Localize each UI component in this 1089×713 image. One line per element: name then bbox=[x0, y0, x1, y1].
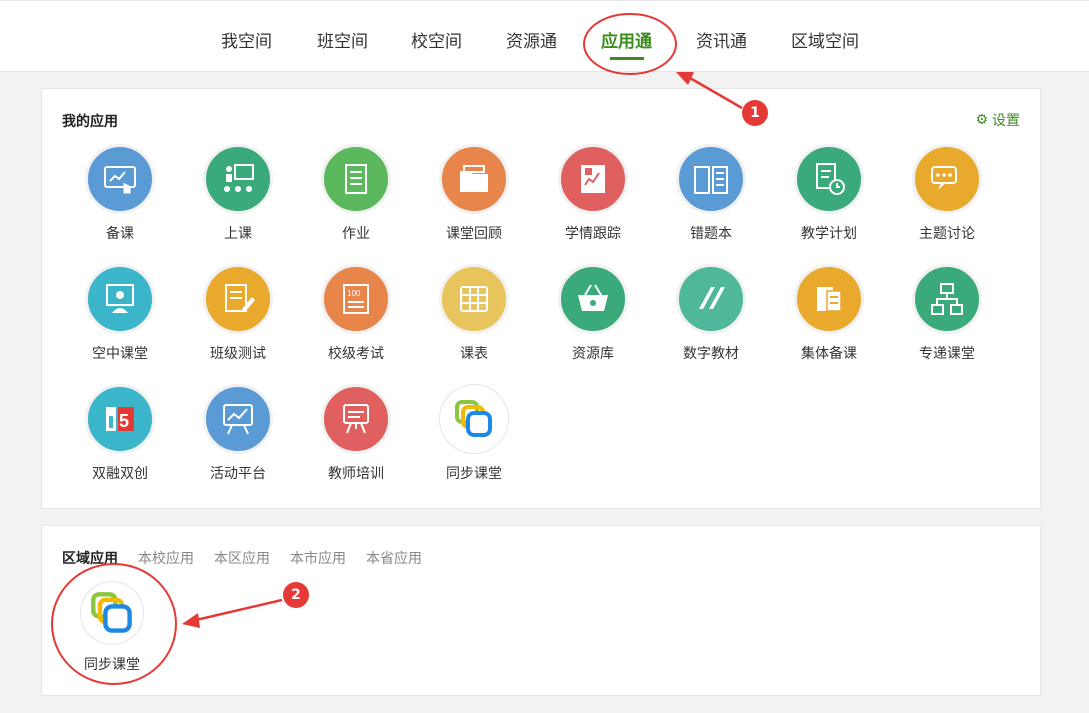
tab-my-space[interactable]: 我空间 bbox=[221, 27, 272, 52]
app-test-paper[interactable]: 班级测试 bbox=[183, 264, 293, 363]
app-label: 集体备课 bbox=[801, 346, 857, 362]
tab-city-apps[interactable]: 本市应用 bbox=[290, 548, 346, 568]
tab-region-apps[interactable]: 区域应用 bbox=[62, 548, 118, 568]
app-label: 专递课堂 bbox=[919, 346, 975, 362]
network-icon bbox=[912, 264, 982, 334]
app-timetable[interactable]: 课表 bbox=[419, 264, 529, 363]
app-label: 教学计划 bbox=[801, 226, 857, 242]
app-label: 上课 bbox=[224, 226, 252, 242]
app-online-class[interactable]: 空中课堂 bbox=[65, 264, 175, 363]
app-teacher-board[interactable]: 上课 bbox=[183, 144, 293, 243]
tab-resources[interactable]: 资源通 bbox=[506, 27, 557, 52]
tab-applications[interactable]: 应用通 bbox=[601, 27, 652, 52]
app-label: 作业 bbox=[342, 226, 370, 242]
my-apps-title: 我的应用 bbox=[62, 114, 118, 130]
app-label: 双融双创 bbox=[92, 466, 148, 482]
app-chart-report[interactable]: 学情跟踪 bbox=[538, 144, 648, 243]
presentation-touch-icon bbox=[85, 144, 155, 214]
app-digital-book[interactable]: 数字教材 bbox=[656, 264, 766, 363]
scroll-icon bbox=[321, 144, 391, 214]
sync-class-icon bbox=[439, 384, 509, 454]
teacher-board-icon bbox=[203, 144, 273, 214]
app-label: 资源库 bbox=[572, 346, 614, 362]
region-app-label: 同步课堂 bbox=[84, 657, 140, 673]
top-navigation: 我空间 班空间 校空间 资源通 应用通 资讯通 区域空间 bbox=[0, 0, 1089, 72]
app-label: 教师培训 bbox=[328, 466, 384, 482]
app-exam-score[interactable]: 100 校级考试 bbox=[301, 264, 411, 363]
folder-icon bbox=[439, 144, 509, 214]
tab-region-space[interactable]: 区域空间 bbox=[791, 27, 859, 52]
settings-label: 设置 bbox=[992, 113, 1020, 129]
document-clock-icon bbox=[794, 144, 864, 214]
app-sync-class[interactable]: 同步课堂 bbox=[419, 384, 529, 483]
app-label: 错题本 bbox=[690, 226, 732, 242]
app-folder[interactable]: 课堂回顾 bbox=[419, 144, 529, 243]
annotation-badge-1: 1 bbox=[742, 100, 768, 126]
tab-news[interactable]: 资讯通 bbox=[696, 27, 747, 52]
app-label: 学情跟踪 bbox=[565, 226, 621, 242]
region-apps-panel: 区域应用 本校应用 本区应用 本市应用 本省应用 同步课堂 bbox=[41, 525, 1041, 696]
region-app-sync-class[interactable]: 同步课堂 bbox=[57, 581, 167, 674]
app-label: 空中课堂 bbox=[92, 346, 148, 362]
chat-bubbles-icon bbox=[912, 144, 982, 214]
app-scroll[interactable]: 作业 bbox=[301, 144, 411, 243]
app-open-book[interactable]: 错题本 bbox=[656, 144, 766, 243]
sync-class-icon bbox=[80, 581, 144, 645]
timetable-icon bbox=[439, 264, 509, 334]
test-paper-icon bbox=[203, 264, 273, 334]
app-basket[interactable]: 资源库 bbox=[538, 264, 648, 363]
training-board-icon bbox=[321, 384, 391, 454]
app-label: 同步课堂 bbox=[446, 466, 502, 482]
app-label: 活动平台 bbox=[210, 466, 266, 482]
i5-logo-icon: 5 bbox=[85, 384, 155, 454]
region-tabs: 区域应用 本校应用 本区应用 本市应用 本省应用 bbox=[62, 548, 422, 568]
my-apps-panel: 我的应用 ⚙ 设置 备课 上课 作业 课堂回顾 学情跟踪 错题本 教学计划 主题讨论空中课堂 班… bbox=[41, 88, 1041, 509]
settings-button[interactable]: ⚙ 设置 bbox=[975, 110, 1020, 130]
easel-chart-icon bbox=[203, 384, 273, 454]
tab-school-space[interactable]: 校空间 bbox=[411, 27, 462, 52]
basket-icon bbox=[558, 264, 628, 334]
app-label: 备课 bbox=[106, 226, 134, 242]
open-book-icon bbox=[676, 144, 746, 214]
annotation-badge-2: 2 bbox=[283, 582, 309, 608]
svg-text:100: 100 bbox=[347, 289, 361, 298]
chart-report-icon bbox=[558, 144, 628, 214]
app-label: 主题讨论 bbox=[919, 226, 975, 242]
app-label: 课堂回顾 bbox=[446, 226, 502, 242]
app-chat-bubbles[interactable]: 主题讨论 bbox=[892, 144, 1002, 243]
app-i5-logo[interactable]: 5 双融双创 bbox=[65, 384, 175, 483]
app-training-board[interactable]: 教师培训 bbox=[301, 384, 411, 483]
exam-score-icon: 100 bbox=[321, 264, 391, 334]
gear-icon: ⚙ bbox=[975, 112, 988, 128]
digital-book-icon bbox=[676, 264, 746, 334]
active-tab-indicator bbox=[610, 57, 644, 60]
tab-province-apps[interactable]: 本省应用 bbox=[366, 548, 422, 568]
tab-school-apps[interactable]: 本校应用 bbox=[138, 548, 194, 568]
app-easel-chart[interactable]: 活动平台 bbox=[183, 384, 293, 483]
tab-district-apps[interactable]: 本区应用 bbox=[214, 548, 270, 568]
annotation-arrowhead-1 bbox=[676, 72, 694, 85]
app-label: 校级考试 bbox=[328, 346, 384, 362]
app-document-clock[interactable]: 教学计划 bbox=[774, 144, 884, 243]
app-label: 课表 bbox=[460, 346, 488, 362]
app-label: 数字教材 bbox=[683, 346, 739, 362]
online-class-icon bbox=[85, 264, 155, 334]
app-network[interactable]: 专递课堂 bbox=[892, 264, 1002, 363]
app-presentation-touch[interactable]: 备课 bbox=[65, 144, 175, 243]
app-label: 班级测试 bbox=[210, 346, 266, 362]
svg-text:5: 5 bbox=[119, 411, 129, 431]
app-group-prep[interactable]: 集体备课 bbox=[774, 264, 884, 363]
tab-class-space[interactable]: 班空间 bbox=[317, 27, 368, 52]
group-prep-icon bbox=[794, 264, 864, 334]
